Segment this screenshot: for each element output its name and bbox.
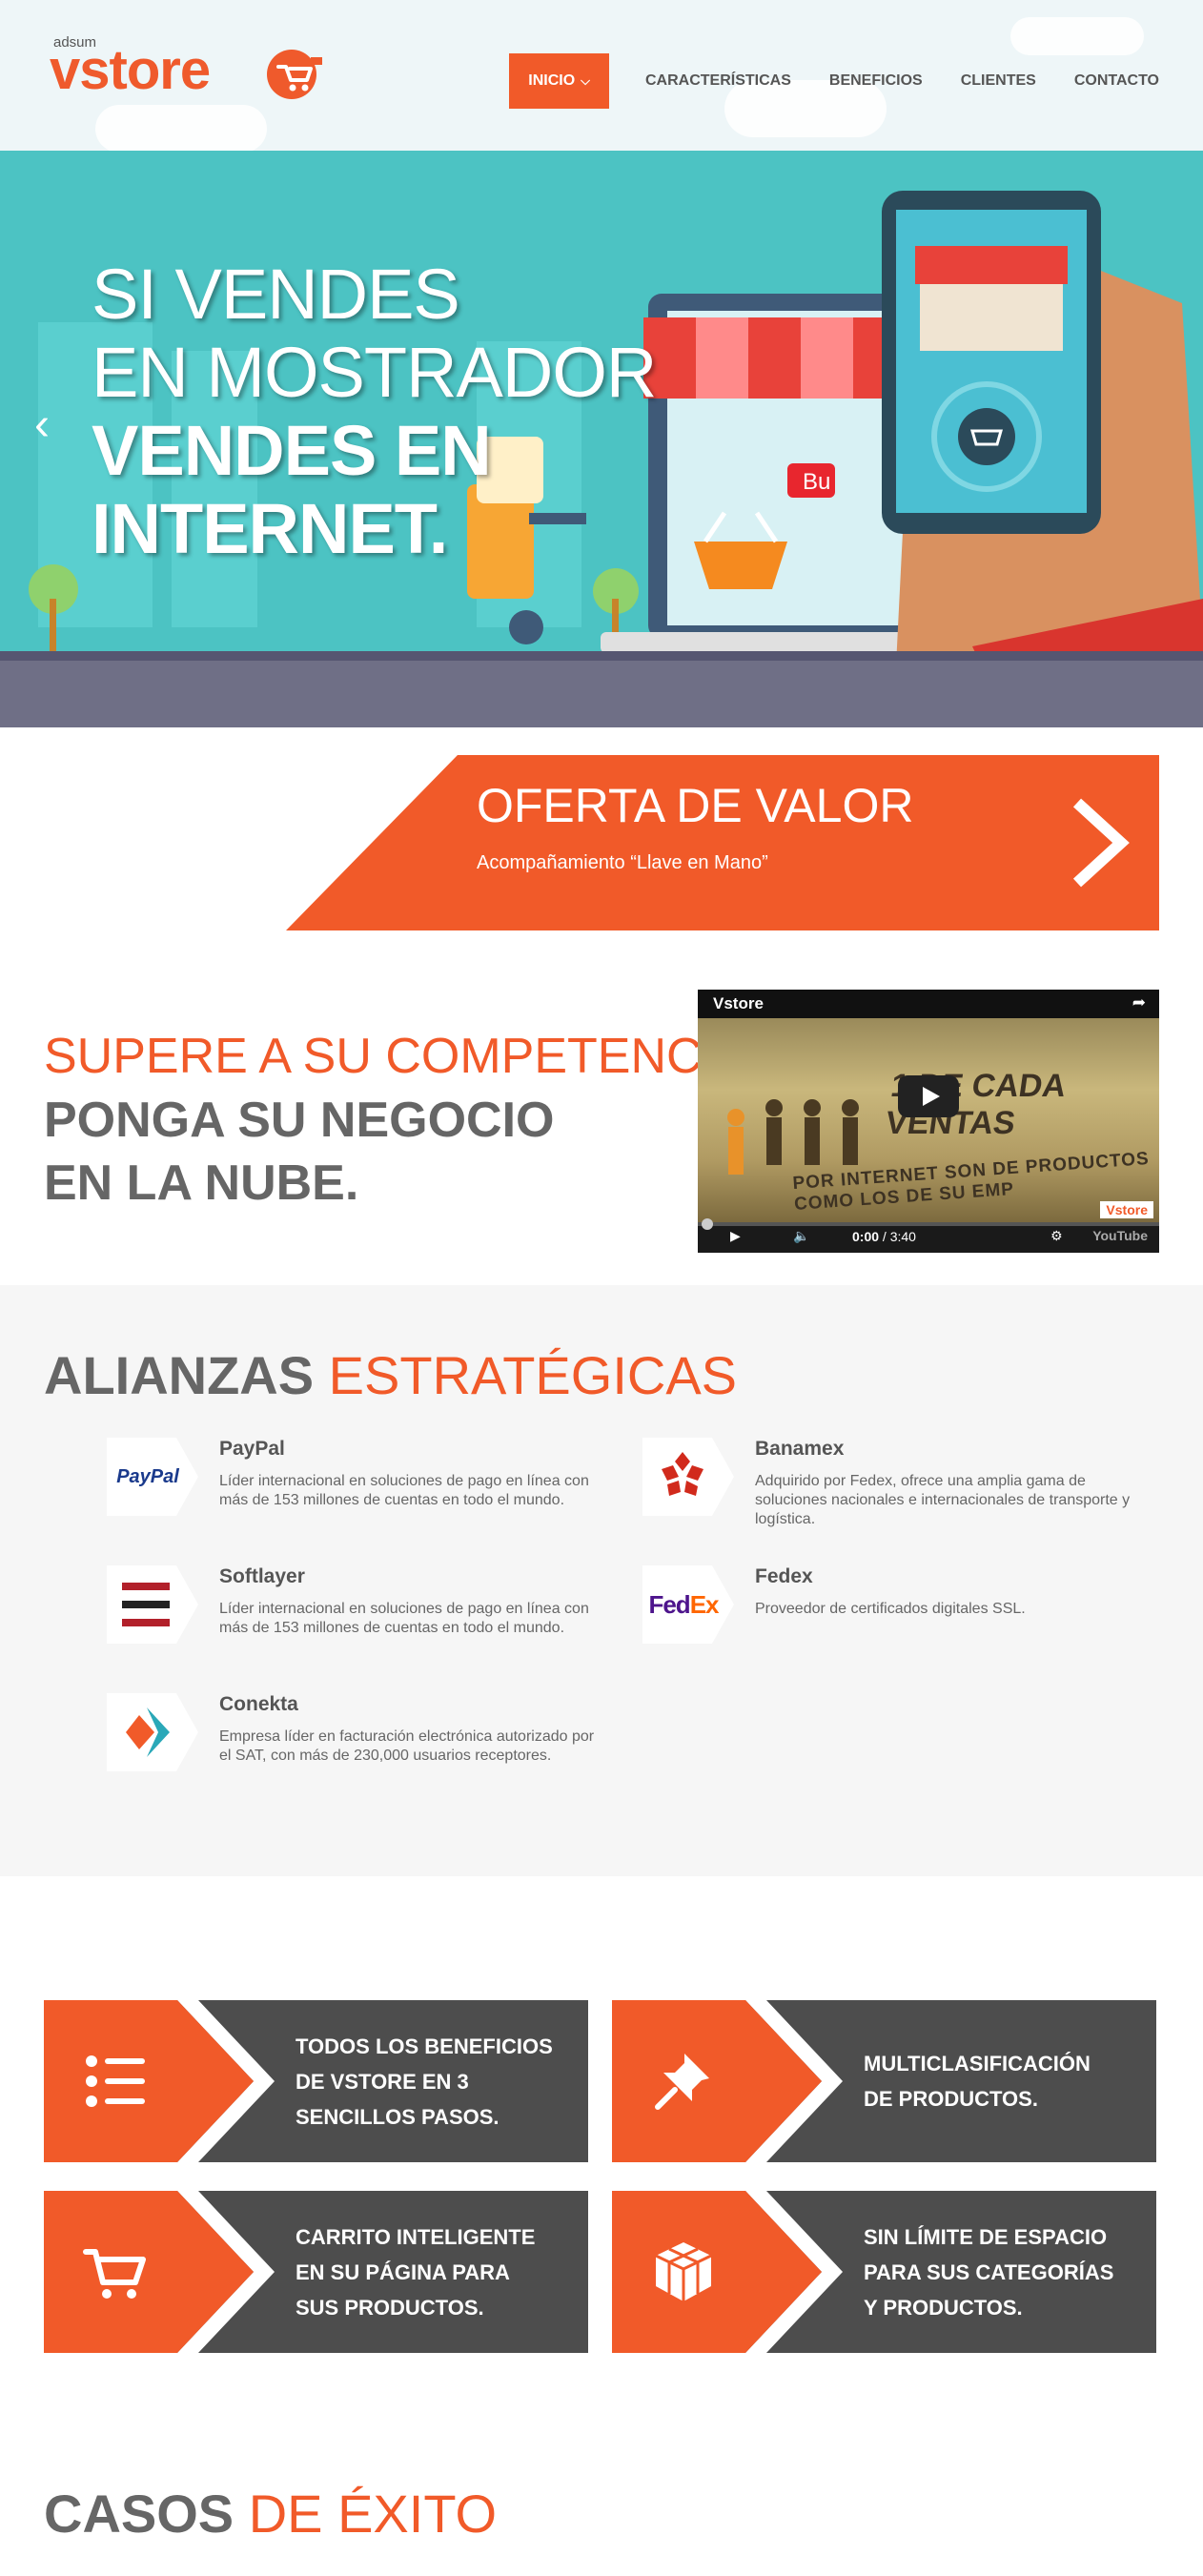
partner-desc: Líder internacional en soluciones de pag… [219,1601,589,1636]
feature-sin-limite[interactable]: SIN LÍMITE DE ESPACIO PARA SUS CATEGORÍAS… [612,2191,1156,2353]
play-icon[interactable] [898,1075,959,1117]
feature-icon-block [612,2000,822,2162]
feature-label: CARRITO INTELIGENTE EN SU PÁGINA PARA SUS … [296,2224,536,2320]
video-brand-badge: Vstore [1100,1201,1153,1218]
partner-name: Banamex [755,1438,845,1460]
hero-line-4: INTERNET. [92,489,448,568]
nav-item-caracteristicas[interactable]: CARACTERÍSTICAS [626,53,810,109]
main-nav: INICIO ⌵ CARACTERÍSTICAS BENEFICIOS CLIEN… [509,53,1159,109]
supere-headline: SUPERE A SU COMPETENCIA PONGA SU NEGOCIO… [44,1024,749,1215]
logo-wordmark: vstore [50,39,211,101]
feature-icon-block [44,2191,254,2353]
alianzas-section: ALIANZAS ESTRATÉGICAS PayPal PayPal Líde… [0,1285,1203,1876]
video-progress-bar[interactable] [698,1222,1159,1226]
video-title-bar: Vstore ➦ [698,990,1159,1018]
conekta-logo [107,1693,198,1771]
hero-button-fragment: Bu [803,469,831,495]
feature-label: TODOS LOS BENEFICIOS DE VSTORE EN 3 SENCIL… [296,2034,553,2129]
video-controls: ▶ 🔈 0:00 / 3:40 ⚙ YouTube [698,1218,1159,1253]
cart-icon [83,2249,146,2299]
hero-slider: ‹ SI VENDES EN MOSTRADOR VENDES EN INTER… [0,151,1203,727]
hero-headline: SI VENDES EN MOSTRADOR VENDES EN INTERNE… [92,255,657,568]
oferta-title: OFERTA DE VALOR [477,779,914,832]
oferta-subtitle: Acompañamiento “Llave en Mano” [477,852,768,873]
partner-name: Fedex [755,1565,813,1587]
alianzas-title: ALIANZAS ESTRATÉGICAS [44,1345,738,1405]
casos-title: CASOS DE ÉXITO [44,2484,498,2544]
oferta-banner[interactable]: OFERTA DE VALOR Acompañamiento “Llave en… [286,755,1159,930]
cart-logo-icon [267,50,322,99]
partner-name: Softlayer [219,1565,305,1587]
softlayer-icon [122,1583,170,1626]
video-progress-handle[interactable] [702,1218,713,1230]
youtube-logo[interactable]: YouTube [1092,1228,1148,1243]
page: adsum vstore INICIO ⌵ CARACTERÍSTICAS BEN… [0,0,1203,2576]
feature-label: MULTICLASIFICACIÓN DE PRODUCTOS. [864,2052,1091,2111]
conekta-icon [126,1707,170,1757]
pin-icon [655,2054,709,2110]
site-header: adsum vstore INICIO ⌵ CARACTERÍSTICAS BEN… [0,0,1203,151]
partner-name: PayPal [219,1438,285,1460]
chevron-right-icon[interactable] [1062,797,1138,889]
cloud-decoration [95,105,267,151]
feature-multiclasificacion[interactable]: MULTICLASIFICACIÓN DE PRODUCTOS. [612,2000,1156,2162]
softlayer-logo [107,1565,198,1644]
feature-beneficios[interactable]: TODOS LOS BENEFICIOS DE VSTORE EN 3 SENCIL… [44,2000,588,2162]
nav-label: INICIO [528,72,576,89]
banamex-icon [662,1452,703,1496]
banamex-logo [642,1438,734,1516]
video-thumbnail: 1 DE CADA VENTAS POR INTERNET SON DE PROD… [698,1018,1159,1222]
nav-item-inicio[interactable]: INICIO ⌵ [509,53,609,109]
partner-desc: Líder internacional en soluciones de pag… [219,1473,589,1508]
slider-prev-icon[interactable]: ‹ [34,399,50,451]
box-icon [655,2242,712,2301]
supere-line-3: EN LA NUBE. [44,1155,359,1211]
partner-desc: Adquirido por Fedex, ofrece una amplia g… [755,1473,1131,1527]
feature-label: SIN LÍMITE DE ESPACIO PARA SUS CATEGORÍAS… [864,2224,1114,2320]
nav-item-clientes[interactable]: CLIENTES [942,53,1055,109]
volume-icon[interactable]: 🔈 [793,1228,809,1244]
settings-icon[interactable]: ⚙ [1050,1228,1063,1244]
partner-name: Conekta [219,1693,298,1715]
video-player[interactable]: Vstore ➦ 1 DE CADA VENTAS POR INTERNET SO… [698,990,1159,1253]
paypal-logo: PayPal [107,1438,198,1516]
nav-item-contacto[interactable]: CONTACTO [1055,53,1159,109]
fedex-logo: FedEx [642,1565,734,1644]
hero-road [0,661,1203,727]
list-icon [86,2055,145,2107]
video-time: 0:00 / 3:40 [852,1229,916,1244]
hero-line-2: EN MOSTRADOR [92,333,657,412]
feature-icon-block [44,2000,254,2162]
partner-desc: Proveedor de certificados digitales SSL. [755,1601,1026,1617]
feature-carrito[interactable]: CARRITO INTELIGENTE EN SU PÁGINA PARA SUS … [44,2191,588,2353]
feature-icon-block [612,2191,822,2353]
hero-line-1: SI VENDES [92,255,460,334]
video-title: Vstore [713,994,764,1012]
cloud-decoration [1010,17,1144,55]
chevron-down-icon: ⌵ [581,73,590,88]
play-small-icon[interactable]: ▶ [730,1228,741,1244]
partner-desc: Empresa líder en facturación electrónica… [219,1728,595,1764]
supere-line-2: PONGA SU NEGOCIO [44,1093,555,1148]
share-icon[interactable]: ➦ [1132,993,1146,1012]
nav-item-beneficios[interactable]: BENEFICIOS [810,53,942,109]
hero-road-edge [0,651,1203,661]
hero-line-3: VENDES EN [92,411,492,490]
supere-line-1: SUPERE A SU COMPETENCIA [44,1029,749,1084]
